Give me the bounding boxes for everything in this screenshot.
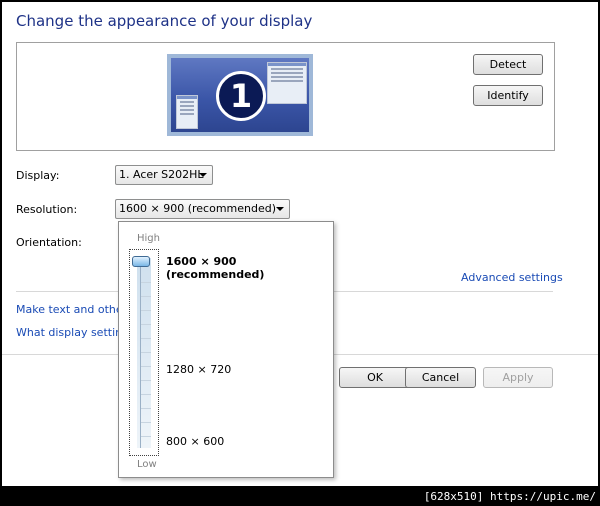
resolution-slider-thumb[interactable]	[132, 256, 150, 267]
cancel-button[interactable]: Cancel	[405, 367, 476, 388]
slider-tick	[141, 338, 151, 339]
slider-tick	[141, 422, 151, 423]
slider-tick	[141, 436, 151, 437]
monitor-screen: 1	[171, 58, 309, 132]
display-label: Display:	[16, 169, 60, 182]
slider-tick	[141, 380, 151, 381]
display-settings-window: Change the appearance of your display 1 …	[2, 2, 598, 486]
slider-tick	[141, 282, 151, 283]
ok-button[interactable]: OK	[339, 367, 411, 388]
monitor-number-badge: 1	[216, 71, 266, 121]
resolution-slider-popup: High 1600 × 900 (recommended) 1280 × 720…	[118, 221, 334, 478]
resolution-select-value: 1600 × 900 (recommended)	[119, 202, 277, 215]
apply-button[interactable]: Apply	[483, 367, 553, 388]
orientation-label: Orientation:	[16, 236, 82, 249]
high-label: High	[137, 233, 160, 244]
monitor-preview-area: 1 Detect Identify	[16, 42, 555, 151]
monitor-1-preview[interactable]: 1	[167, 54, 313, 136]
watermark: [628x510] https://upic.me/	[423, 490, 596, 503]
mini-window-icon	[267, 62, 307, 104]
display-select-value: 1. Acer S202HL	[119, 168, 204, 181]
resolution-label: Resolution:	[16, 203, 78, 216]
slider-tick	[141, 366, 151, 367]
make-text-larger-link[interactable]: Make text and other	[16, 303, 127, 316]
chevron-down-icon	[199, 173, 207, 177]
slider-tick	[141, 408, 151, 409]
mini-window-icon	[176, 95, 198, 129]
display-select[interactable]: 1. Acer S202HL	[115, 165, 213, 185]
resolution-option-1280x720[interactable]: 1280 × 720	[166, 363, 231, 376]
slider-tick	[141, 352, 151, 353]
low-label: Low	[137, 459, 157, 470]
resolution-select[interactable]: 1600 × 900 (recommended)	[115, 199, 290, 219]
slider-tick	[141, 310, 151, 311]
resolution-option-1600x900[interactable]: 1600 × 900 (recommended)	[166, 255, 333, 281]
resolution-option-800x600[interactable]: 800 × 600	[166, 435, 224, 448]
detect-button[interactable]: Detect	[473, 54, 543, 75]
identify-button[interactable]: Identify	[473, 85, 543, 106]
slider-tick	[141, 296, 151, 297]
slider-tick	[141, 324, 151, 325]
what-display-settings-link[interactable]: What display setting	[16, 326, 129, 339]
slider-rail	[140, 258, 141, 448]
chevron-down-icon	[276, 207, 284, 211]
advanced-settings-link[interactable]: Advanced settings	[461, 271, 563, 284]
page-title: Change the appearance of your display	[16, 12, 313, 30]
slider-tick	[141, 394, 151, 395]
